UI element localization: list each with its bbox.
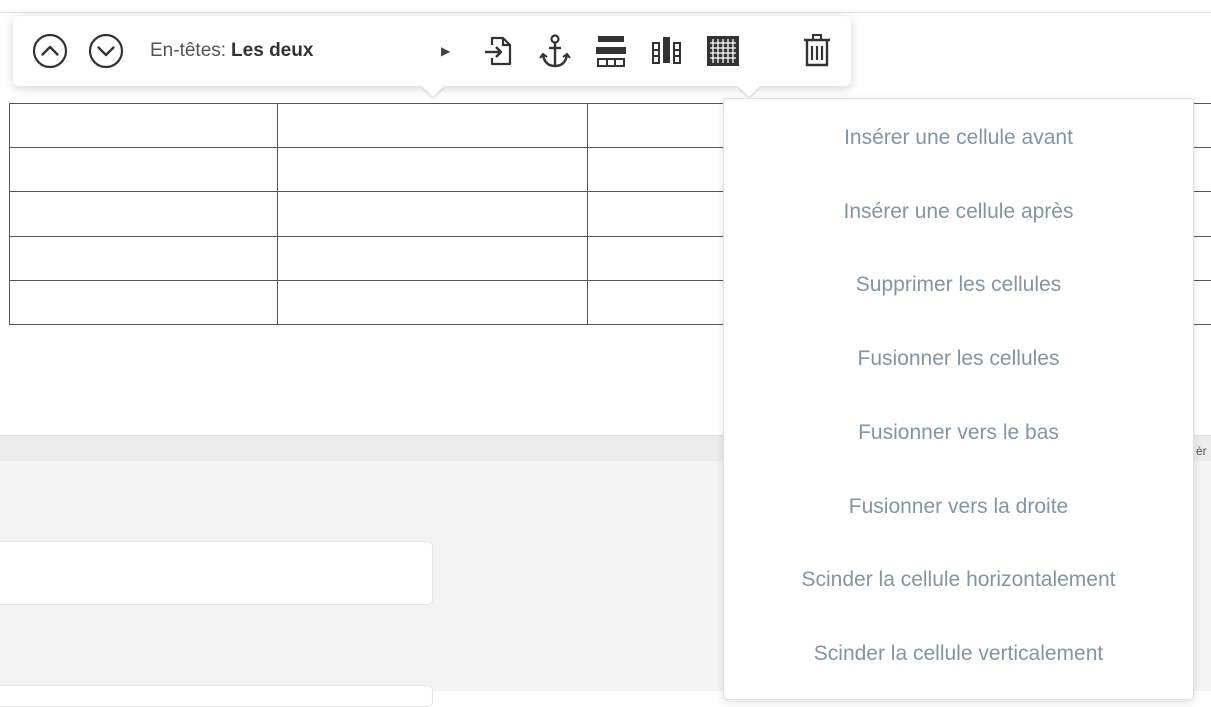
table-toolbar: En-têtes: Les deux ▶ (13, 16, 851, 86)
insert-paragraph-button[interactable] (476, 28, 522, 74)
table-cells-button[interactable] (700, 28, 746, 74)
table-cell[interactable] (278, 148, 588, 192)
insert-file-icon (482, 33, 516, 69)
delete-table-button[interactable] (794, 28, 840, 74)
menu-item[interactable]: Scinder la cellule verticalement (724, 619, 1193, 689)
toolbar-pointer (422, 86, 444, 97)
headers-dropdown[interactable]: En-têtes: Les deux (150, 38, 313, 64)
table-cell[interactable] (10, 236, 278, 280)
table-cell[interactable] (278, 104, 588, 148)
table-rows-button[interactable] (588, 28, 634, 74)
menu-item[interactable]: Fusionner vers la droite (724, 472, 1193, 542)
menu-item[interactable]: Insérer une cellule après (724, 177, 1193, 247)
table-cell[interactable] (10, 148, 278, 192)
table-columns-icon (650, 33, 684, 69)
table-cell[interactable] (10, 192, 278, 236)
table-cell[interactable] (10, 280, 278, 324)
caret-right-icon: ▶ (441, 44, 450, 58)
headers-label: En-têtes: (150, 40, 226, 62)
toolbar-pointer (738, 86, 760, 97)
status-text: èr (1196, 444, 1207, 458)
text-field[interactable] (0, 685, 433, 707)
move-up-button[interactable] (27, 28, 73, 74)
table-cell[interactable] (278, 236, 588, 280)
text-field[interactable] (0, 541, 433, 605)
move-down-button[interactable] (83, 28, 129, 74)
table-cell[interactable] (10, 104, 278, 148)
menu-item[interactable]: Fusionner les cellules (724, 324, 1193, 394)
table-rows-icon (594, 33, 628, 69)
trash-icon (801, 33, 833, 69)
circle-chevron-down-icon (87, 32, 125, 70)
menu-item[interactable]: Scinder la cellule horizontalement (724, 545, 1193, 615)
menu-item[interactable]: Supprimer les cellules (724, 250, 1193, 320)
table-cell[interactable] (278, 192, 588, 236)
anchor-button[interactable] (532, 28, 578, 74)
table-cells-icon (705, 33, 741, 69)
headers-value: Les deux (231, 40, 313, 62)
circle-chevron-up-icon (31, 32, 69, 70)
table-cell[interactable] (278, 280, 588, 324)
anchor-icon (538, 33, 572, 69)
menu-item[interactable]: Fusionner vers le bas (724, 398, 1193, 468)
cell-menu: Insérer une cellule avantInsérer une cel… (723, 98, 1194, 700)
table-columns-button[interactable] (644, 28, 690, 74)
menu-item[interactable]: Insérer une cellule avant (724, 103, 1193, 173)
